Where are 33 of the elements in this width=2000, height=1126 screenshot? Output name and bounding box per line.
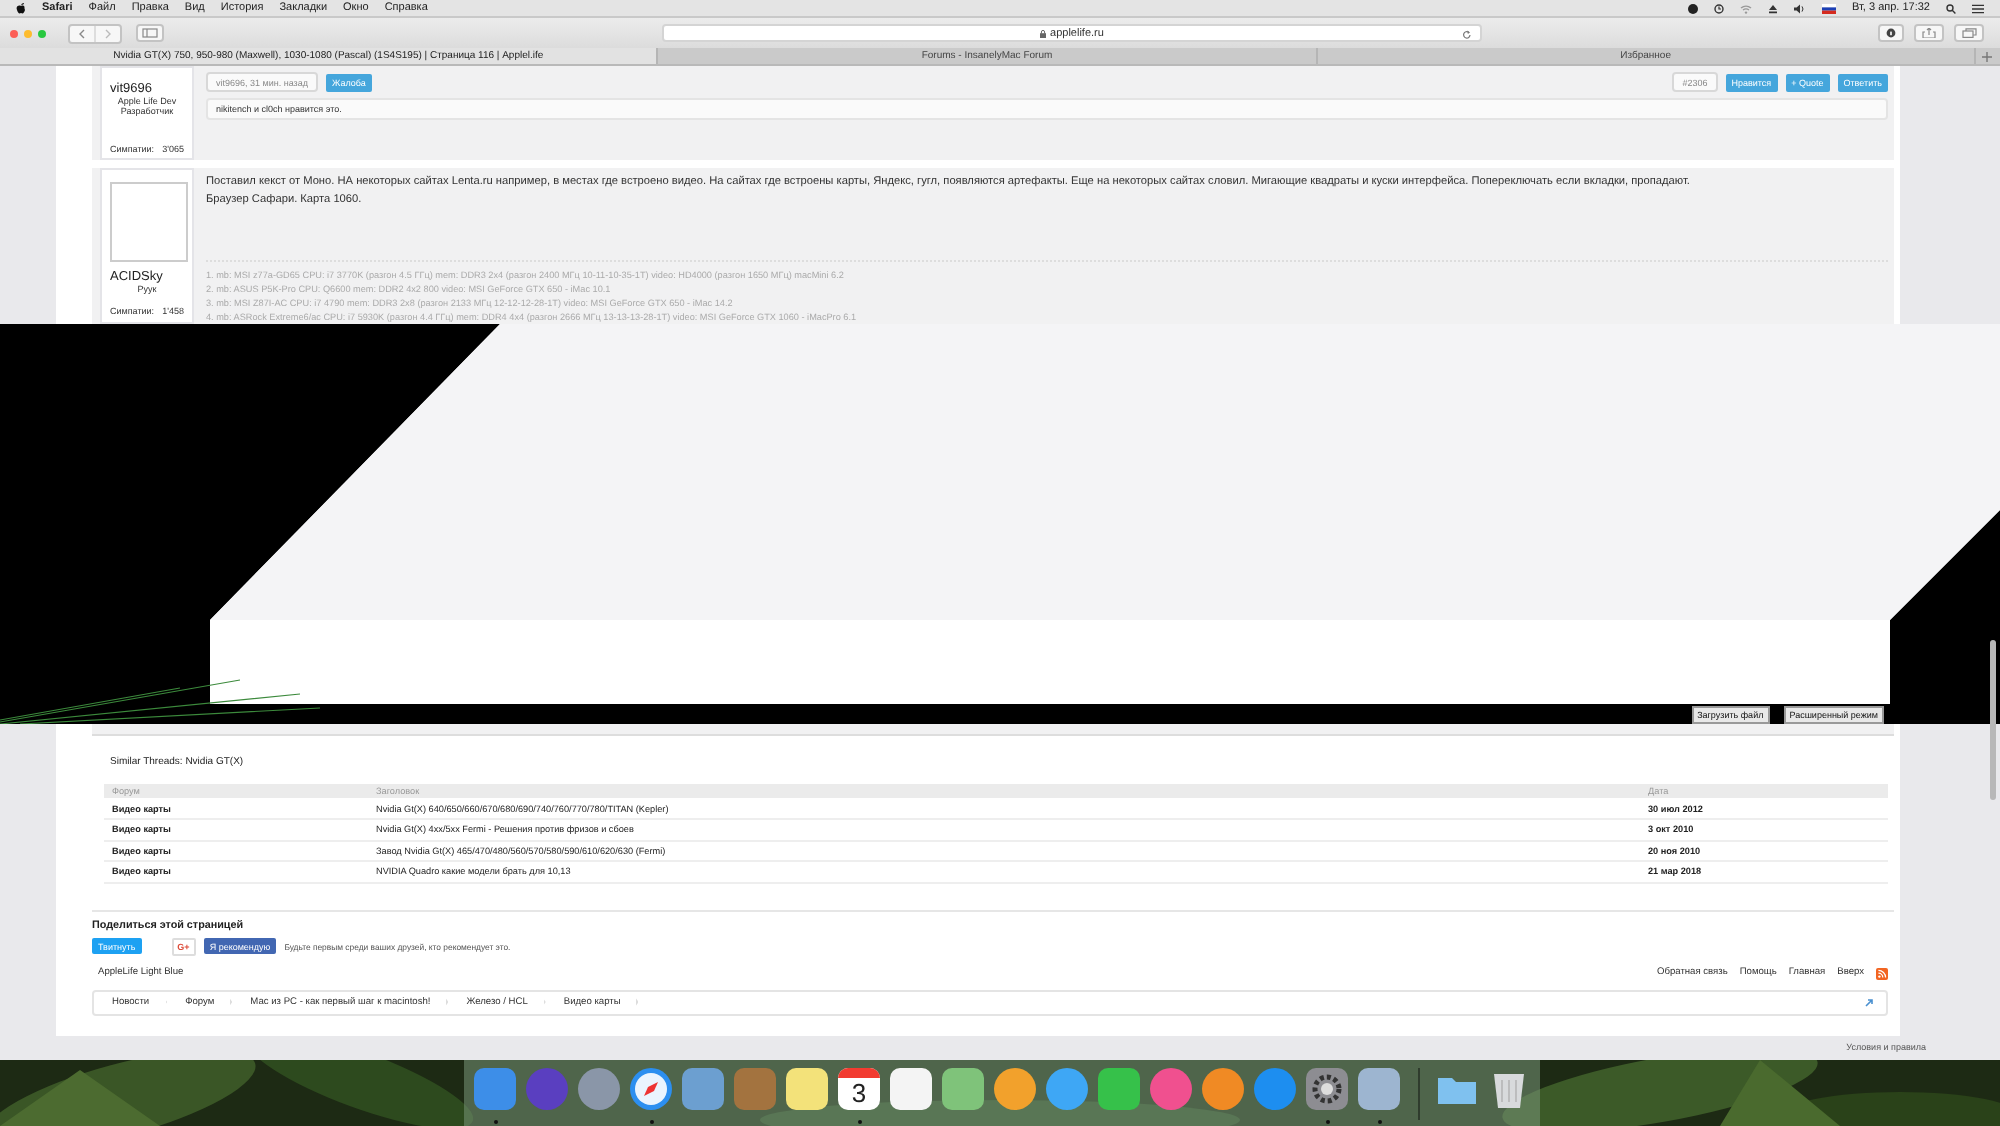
search-icon[interactable] xyxy=(1946,3,1956,13)
reload-icon[interactable] xyxy=(1462,29,1472,39)
zoom-button[interactable] xyxy=(38,29,46,37)
app-icon[interactable] xyxy=(994,1067,1036,1109)
scroll-thumb[interactable] xyxy=(1990,640,1996,800)
app-icon[interactable] xyxy=(1046,1067,1088,1109)
app-icon[interactable] xyxy=(890,1067,932,1109)
clock-icon[interactable] xyxy=(1714,3,1725,13)
speaker-icon[interactable] xyxy=(1794,3,1807,13)
lock-icon xyxy=(1040,29,1047,37)
app-icon[interactable] xyxy=(786,1067,828,1109)
share-button[interactable] xyxy=(1914,24,1944,42)
close-button[interactable] xyxy=(10,29,18,37)
app-icon[interactable] xyxy=(1202,1067,1244,1109)
wifi-icon[interactable] xyxy=(1740,3,1753,13)
apple-icon[interactable] xyxy=(16,2,26,14)
app-icon[interactable] xyxy=(1358,1067,1400,1109)
arrow-icon[interactable] xyxy=(1864,997,1874,1007)
app-icon[interactable] xyxy=(1098,1067,1140,1109)
eject-icon[interactable] xyxy=(1768,3,1779,13)
compass-icon[interactable] xyxy=(630,1067,672,1109)
flag-icon[interactable] xyxy=(1822,3,1837,13)
sidebar-button[interactable] xyxy=(136,24,164,42)
info-button[interactable] xyxy=(1878,24,1904,42)
gear-icon[interactable] xyxy=(1306,1067,1348,1109)
dot-icon[interactable] xyxy=(1688,3,1699,13)
tabs-button[interactable] xyxy=(1954,24,1984,42)
menu-icon[interactable] xyxy=(1972,3,1984,13)
calendar-icon[interactable]: 3 xyxy=(838,1067,880,1109)
rss-icon[interactable] xyxy=(1876,967,1888,979)
plus-icon[interactable] xyxy=(1982,51,1993,61)
app-icon[interactable] xyxy=(942,1067,984,1109)
avatar-placeholder xyxy=(110,182,188,262)
